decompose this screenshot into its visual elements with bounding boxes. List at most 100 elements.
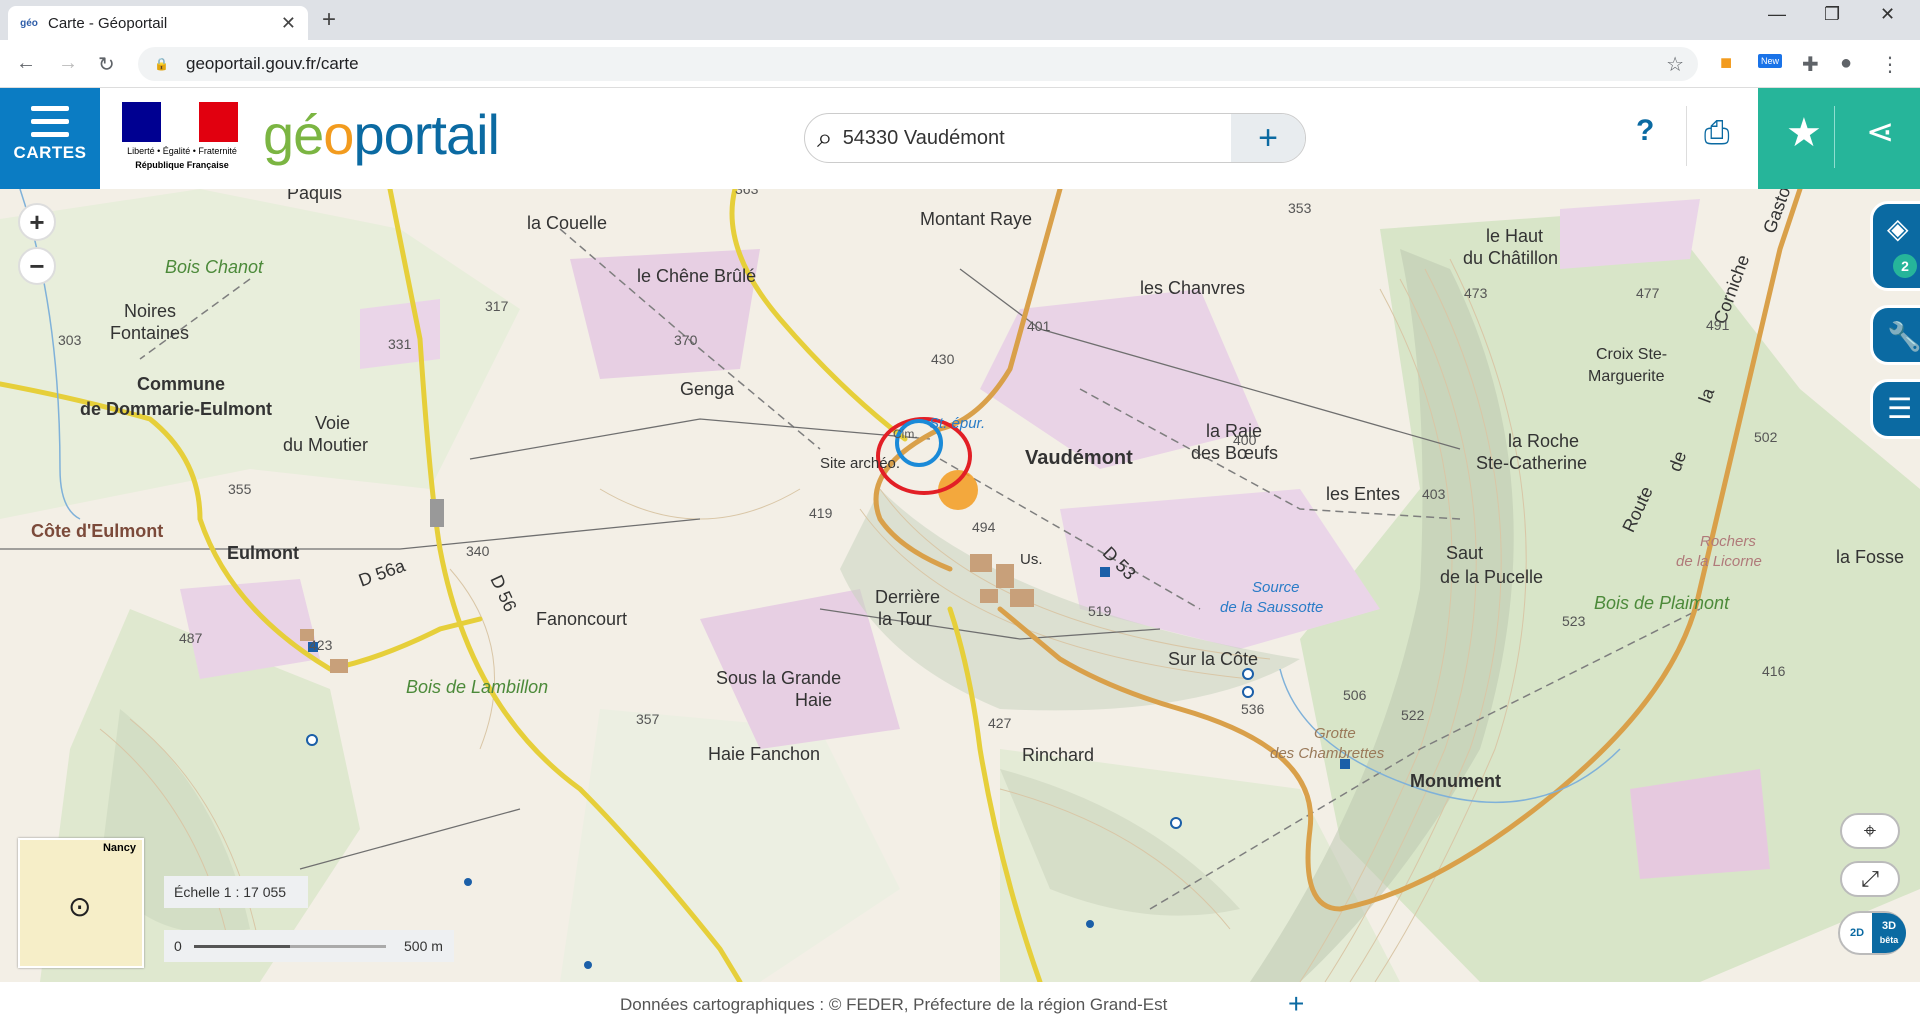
extension-camera-icon[interactable]: ■ xyxy=(1720,52,1732,75)
close-tab-icon[interactable]: ✕ xyxy=(281,13,296,34)
scale-ratio: Échelle 1 : 17 055 xyxy=(164,876,308,908)
favorites-share-panel: ★ ⋖ xyxy=(1758,88,1920,189)
mode-3d-button[interactable]: 3D bêta xyxy=(1872,913,1906,953)
crosshair-icon: ⌖ xyxy=(1863,818,1877,843)
zoom-out-button[interactable]: − xyxy=(18,247,56,285)
help-button[interactable]: ? xyxy=(1636,114,1654,148)
cartes-label: CARTES xyxy=(13,143,87,162)
layers-count-badge: 2 xyxy=(1893,254,1917,278)
elevation-label: 430 xyxy=(931,351,955,367)
republique-motto: Liberté • Égalité • Fraternité xyxy=(127,146,237,156)
elevation-label: 363 xyxy=(735,189,759,197)
elevation-label: 355 xyxy=(228,481,252,497)
scale-bar: 0 500 m xyxy=(164,930,454,962)
legend-button[interactable]: ☰ xyxy=(1870,379,1920,439)
minimize-icon[interactable]: — xyxy=(1768,4,1786,25)
republique-name: République Française xyxy=(135,160,229,170)
search-options-plus-icon[interactable]: + xyxy=(1231,114,1305,162)
logo-part-o: o xyxy=(323,103,354,166)
geoportail-logo[interactable]: géoportail xyxy=(263,102,500,167)
elevation-label: 403 xyxy=(1422,486,1446,502)
elevation-label: 340 xyxy=(466,543,490,559)
bookmark-star-icon[interactable]: ☆ xyxy=(1666,52,1684,77)
print-icon[interactable]: ⎙ xyxy=(1704,114,1730,152)
search-field[interactable]: ⌕ 54330 Vaudémont + xyxy=(804,113,1306,163)
elevation-label: 477 xyxy=(1636,285,1660,301)
new-tab-icon[interactable]: + xyxy=(322,6,336,34)
elevation-label: 419 xyxy=(809,505,833,521)
elevation-label: 427 xyxy=(988,715,1012,731)
elevation-label: 370 xyxy=(674,332,698,348)
elevation-label: 331 xyxy=(388,336,412,352)
restore-icon[interactable]: ❐ xyxy=(1824,4,1840,25)
close-window-icon[interactable]: ✕ xyxy=(1880,4,1895,25)
attribution-footer: Données cartographiques : © FEDER, Préfe… xyxy=(0,982,1920,1030)
search-input[interactable]: 54330 Vaudémont xyxy=(843,127,1005,150)
reload-icon[interactable]: ↻ xyxy=(98,52,115,77)
cartes-menu-button[interactable]: CARTES xyxy=(0,88,100,189)
share-icon[interactable]: ⋖ xyxy=(1866,112,1895,152)
view-mode-toggle[interactable]: 2D 3D bêta xyxy=(1838,911,1906,955)
map-view[interactable]: Pâquis la Couelle Montant Raye le Chêne … xyxy=(0,189,1920,982)
attribution-expand-icon[interactable]: + xyxy=(1288,988,1304,1020)
elevation-label: 303 xyxy=(58,332,82,348)
lock-icon: 🔒 xyxy=(154,57,169,71)
browser-tabbar: géo Carte - Géoportail ✕ + — ❐ ✕ xyxy=(0,0,1920,40)
back-icon[interactable]: ← xyxy=(16,52,36,75)
header-divider xyxy=(1686,106,1687,166)
republique-francaise-logo: Liberté • Égalité • Fraternité Républiqu… xyxy=(122,102,242,178)
elevation-label: 487 xyxy=(179,630,203,646)
search-icon[interactable]: ⌕ xyxy=(817,122,833,155)
tab-title: Carte - Géoportail xyxy=(48,14,168,32)
panel-divider xyxy=(1834,106,1835,168)
elevation-label: 473 xyxy=(1464,285,1488,301)
scale-zero: 0 xyxy=(174,938,182,954)
wrench-icon: 🔧 xyxy=(1887,321,1920,352)
elevation-labels: 363 353 317 401 473 477 303 331 370 430 … xyxy=(0,189,1920,982)
minimap-location-target-icon: ⊙ xyxy=(68,891,92,922)
forward-icon[interactable]: → xyxy=(58,52,78,75)
favorites-star-icon[interactable]: ★ xyxy=(1786,110,1822,156)
overview-minimap[interactable]: Nancy ⊙ xyxy=(18,838,144,968)
elevation-label: 401 xyxy=(1027,318,1051,334)
expand-icon: ⤢ xyxy=(1861,866,1879,891)
elevation-label: Cim. xyxy=(893,427,918,441)
hamburger-icon xyxy=(31,106,69,137)
zoom-in-button[interactable]: + xyxy=(18,203,56,241)
geolocate-button[interactable]: ⌖ xyxy=(1840,813,1900,849)
url-field[interactable]: 🔒 geoportail.gouv.fr/carte ☆ xyxy=(138,47,1698,81)
browser-tab[interactable]: géo Carte - Géoportail ✕ xyxy=(8,6,308,40)
tools-button[interactable]: 🔧 xyxy=(1870,305,1920,365)
elevation-label: 491 xyxy=(1706,317,1730,333)
scale-line-segment xyxy=(194,945,290,948)
elevation-label: 523 xyxy=(1562,613,1586,629)
mode-3d-beta-label: bêta xyxy=(1879,935,1899,945)
elevation-label: 519 xyxy=(1088,603,1112,619)
geoportail-header: CARTES Liberté • Égalité • Fraternité Ré… xyxy=(0,88,1920,189)
extensions-puzzle-icon[interactable]: ✚ xyxy=(1802,52,1819,77)
mode-2d-label[interactable]: 2D xyxy=(1850,927,1864,939)
elevation-label: 536 xyxy=(1241,701,1265,717)
elevation-label: 502 xyxy=(1754,429,1778,445)
extension-new-badge[interactable]: New xyxy=(1758,54,1783,68)
elevation-label: 400 xyxy=(1233,432,1257,448)
elevation-label: 522 xyxy=(1401,707,1425,723)
elevation-label: 357 xyxy=(636,711,660,727)
elevation-label: 494 xyxy=(972,519,996,535)
logo-part-ge: gé xyxy=(263,103,324,166)
attribution-text: Données cartographiques : © FEDER, Préfe… xyxy=(620,995,1168,1014)
elevation-label: 416 xyxy=(1762,663,1786,679)
logo-part-portail: portail xyxy=(353,103,500,166)
layers-icon: ◈ xyxy=(1887,213,1909,244)
address-bar: ← → ↻ 🔒 geoportail.gouv.fr/carte ☆ ■ New… xyxy=(0,40,1920,88)
profile-avatar-icon[interactable]: ● xyxy=(1840,52,1852,75)
fullscreen-button[interactable]: ⤢ xyxy=(1840,861,1900,897)
geoportail-favicon-icon: géo xyxy=(20,17,38,29)
elevation-label: 353 xyxy=(1288,200,1312,216)
list-icon: ☰ xyxy=(1887,393,1913,424)
elevation-label: 317 xyxy=(485,298,509,314)
browser-menu-icon[interactable]: ⋮ xyxy=(1880,52,1900,77)
minimap-city-label: Nancy xyxy=(102,842,136,854)
layers-button[interactable]: ◈ 2 xyxy=(1870,201,1920,291)
mode-3d-label: 3D xyxy=(1881,920,1897,932)
